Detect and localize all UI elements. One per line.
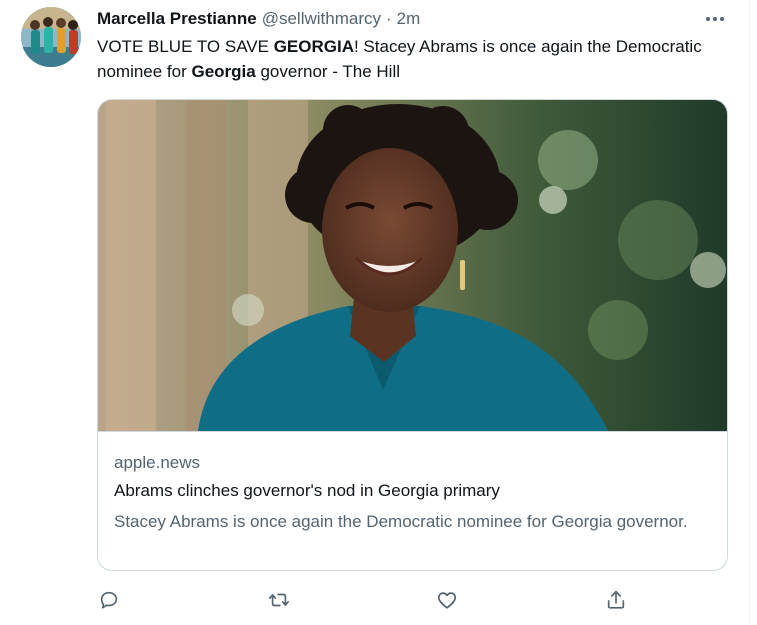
card-description: Stacey Abrams is once again the Democrat… xyxy=(114,512,688,531)
avatar-photo xyxy=(21,7,81,67)
reply-button[interactable] xyxy=(97,588,121,612)
tweet-text-part: governor - The Hill xyxy=(255,62,400,81)
separator-dot: · xyxy=(385,9,392,28)
tweet-text-bold: GEORGIA xyxy=(273,37,354,56)
author-name[interactable]: Marcella Prestianne xyxy=(97,9,257,29)
tweet-header: Marcella Prestianne @sellwithmarcy · 2m xyxy=(97,8,420,30)
tweet-text: VOTE BLUE TO SAVE GEORGIA! Stacey Abrams… xyxy=(97,34,717,84)
more-button[interactable] xyxy=(704,8,726,30)
link-card[interactable]: apple.news Abrams clinches governor's no… xyxy=(97,99,728,571)
retweet-button[interactable] xyxy=(267,588,291,612)
portrait-photo xyxy=(98,100,727,431)
tweet-text-part: VOTE BLUE TO SAVE xyxy=(97,37,274,56)
timestamp[interactable]: 2m xyxy=(397,9,421,29)
action-bar xyxy=(97,588,657,612)
more-icon xyxy=(706,17,724,21)
author-handle[interactable]: @sellwithmarcy xyxy=(262,9,381,29)
reply-icon xyxy=(100,591,118,609)
card-domain: apple.news xyxy=(114,453,201,472)
card-title: Abrams clinches governor's nod in Georgi… xyxy=(114,481,500,500)
like-button[interactable] xyxy=(435,588,459,612)
tweet[interactable]: Marcella Prestianne @sellwithmarcy · 2m … xyxy=(0,0,750,625)
like-icon xyxy=(437,592,457,609)
avatar[interactable] xyxy=(21,7,81,67)
retweet-icon xyxy=(269,593,289,607)
share-icon xyxy=(607,590,625,609)
share-button[interactable] xyxy=(604,588,628,612)
card-image[interactable] xyxy=(98,100,727,432)
tweet-text-bold: Georgia xyxy=(191,62,256,81)
